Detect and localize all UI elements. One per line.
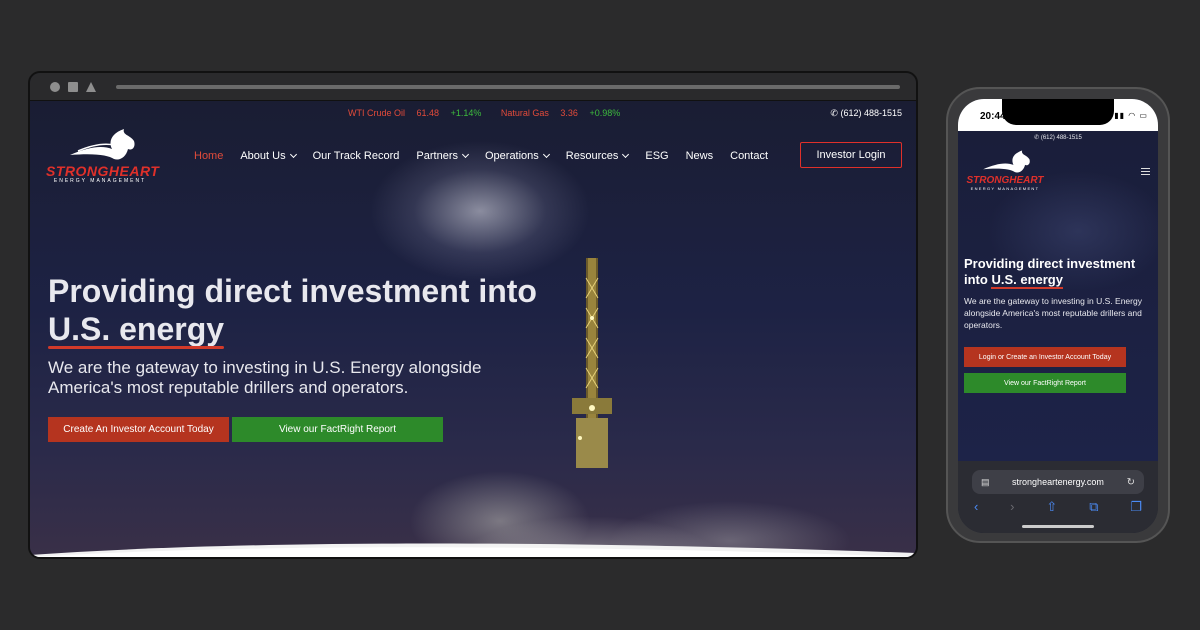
chevron-down-icon	[289, 150, 297, 159]
nav-label: ESG	[645, 150, 669, 162]
main-navigation: Home About Us Our Track Record Partners …	[194, 150, 785, 162]
nav-item-contact[interactable]: Contact	[730, 150, 768, 162]
nav-label: Resources	[565, 150, 619, 162]
ticker-label: Natural Gas	[500, 108, 549, 118]
bottom-wave-divider	[30, 543, 916, 557]
ticker-label: WTI Crude Oil	[348, 108, 406, 118]
nav-label: Partners	[416, 150, 458, 162]
window-square-control[interactable]	[68, 82, 78, 92]
logo-subtitle: ENERGY MANAGEMENT	[970, 186, 1040, 191]
desktop-browser-window: WTI Crude Oil 61.48 +1.14% Natural Gas 3…	[28, 71, 918, 559]
nav-item-esg[interactable]: ESG	[645, 150, 668, 162]
mobile-phone-contact[interactable]: ✆ (612) 488-1515	[958, 134, 1158, 141]
horse-logo-icon	[70, 129, 135, 160]
nav-item-partners[interactable]: Partners	[416, 150, 470, 162]
logo-subtitle: ENERGY MANAGEMENT	[53, 178, 147, 184]
status-bar: 20:44 ▮▮ ◠ ▭	[958, 99, 1158, 131]
strongheart-logo[interactable]: STRONGHEART ENERGY MANAGEMENT	[46, 127, 160, 187]
nav-item-news[interactable]: News	[686, 150, 714, 162]
nav-item-about-us[interactable]: About Us	[240, 150, 297, 162]
phone-icon: ✆	[1034, 135, 1040, 141]
signal-wifi-battery-icon: ▮▮ ◠ ▭	[1114, 111, 1148, 120]
url-bar[interactable]: ▤ strongheartenergy.com ↻	[972, 470, 1144, 494]
drilling-rig-image	[572, 258, 612, 468]
chevron-down-icon	[461, 150, 470, 159]
reload-icon[interactable]: ↻	[1127, 477, 1135, 488]
phone-contact[interactable]: ✆ (612) 488-1515	[830, 108, 902, 119]
nav-label: Contact	[730, 150, 769, 162]
hero-title: Providing direct investment into U.S. en…	[48, 272, 568, 349]
forward-icon[interactable]: ›	[1010, 499, 1014, 515]
tabs-icon[interactable]: ❐	[1130, 499, 1142, 515]
horse-logo-icon	[983, 150, 1030, 173]
home-indicator[interactable]	[1022, 525, 1094, 528]
ticker-change: +1.14%	[450, 108, 482, 118]
phone-icon: ✆	[830, 108, 838, 118]
phone-notch	[1002, 99, 1114, 125]
commodity-ticker: WTI Crude Oil 61.48 +1.14% Natural Gas 3…	[348, 108, 629, 118]
nav-item-our-track-record[interactable]: Our Track Record	[313, 150, 400, 162]
menu-icon[interactable]	[1141, 168, 1150, 175]
mobile-hero-title: Providing direct investment into U.S. en…	[964, 256, 1154, 289]
nav-item-home[interactable]: Home	[194, 150, 223, 162]
share-icon[interactable]: ⇧	[1046, 499, 1057, 515]
address-bar[interactable]	[116, 85, 900, 89]
safari-toolbar: ‹ › ⇧ ⧉ ❐	[958, 499, 1158, 515]
login-create-account-button[interactable]: Login or Create an Investor Account Toda…	[964, 347, 1126, 367]
hero-title-highlight: U.S. energy	[48, 311, 225, 349]
nav-item-operations[interactable]: Operations	[484, 150, 550, 162]
hero-title-highlight: U.S. energy	[991, 272, 1063, 289]
url-text: strongheartenergy.com	[1012, 477, 1104, 487]
ticker-change: +0.98%	[589, 108, 621, 118]
browser-toolbar	[30, 73, 916, 101]
logo-wordmark: STRONGHEART	[966, 175, 1044, 186]
mobile-factright-report-button[interactable]: View our FactRight Report	[964, 373, 1126, 393]
bookmarks-icon[interactable]: ⧉	[1089, 499, 1098, 515]
page-settings-icon[interactable]: ▤	[981, 477, 990, 488]
nav-label: About Us	[240, 150, 286, 162]
mobile-hero-subtitle: We are the gateway to investing in U.S. …	[964, 296, 1142, 330]
mobile-strongheart-logo[interactable]: STRONGHEART ENERGY MANAGEMENT	[964, 149, 1046, 195]
investor-login-button[interactable]: Investor Login	[800, 142, 902, 168]
mobile-screen: 20:44 ▮▮ ◠ ▭ ✆ (612) 488-1515 STRONGHEAR…	[958, 99, 1158, 533]
factright-report-button[interactable]: View our FactRight Report	[232, 417, 443, 442]
ticker-price: 61.48	[416, 108, 440, 118]
mobile-phone-frame: 20:44 ▮▮ ◠ ▭ ✆ (612) 488-1515 STRONGHEAR…	[946, 87, 1170, 543]
logo-wordmark: STRONGHEART	[46, 163, 160, 179]
mobile-page: ✆ (612) 488-1515 STRONGHEART ENERGY MANA…	[958, 131, 1158, 461]
nav-label: Our Track Record	[312, 150, 400, 162]
nav-label: News	[685, 150, 714, 162]
create-investor-account-button[interactable]: Create An Investor Account Today	[48, 417, 229, 442]
ticker-price: 3.36	[560, 108, 578, 118]
window-circle-control[interactable]	[50, 82, 60, 92]
window-triangle-control[interactable]	[86, 82, 96, 92]
hero-title-text: Providing direct investment into	[48, 273, 537, 309]
safari-bottom-bar: ▤ strongheartenergy.com ↻ ‹ › ⇧ ⧉ ❐	[958, 461, 1158, 533]
hero-subtitle: We are the gateway to investing in U.S. …	[48, 358, 482, 397]
nav-item-resources[interactable]: Resources	[565, 150, 630, 162]
nav-label: Operations	[484, 150, 539, 162]
chevron-down-icon	[622, 150, 630, 159]
website-viewport: WTI Crude Oil 61.48 +1.14% Natural Gas 3…	[30, 101, 916, 557]
chevron-down-icon	[542, 150, 550, 159]
nav-label: Home	[194, 150, 224, 162]
phone-number: (612) 488-1515	[840, 108, 902, 118]
phone-number: (612) 488-1515	[1040, 135, 1082, 141]
back-icon[interactable]: ‹	[974, 499, 978, 515]
